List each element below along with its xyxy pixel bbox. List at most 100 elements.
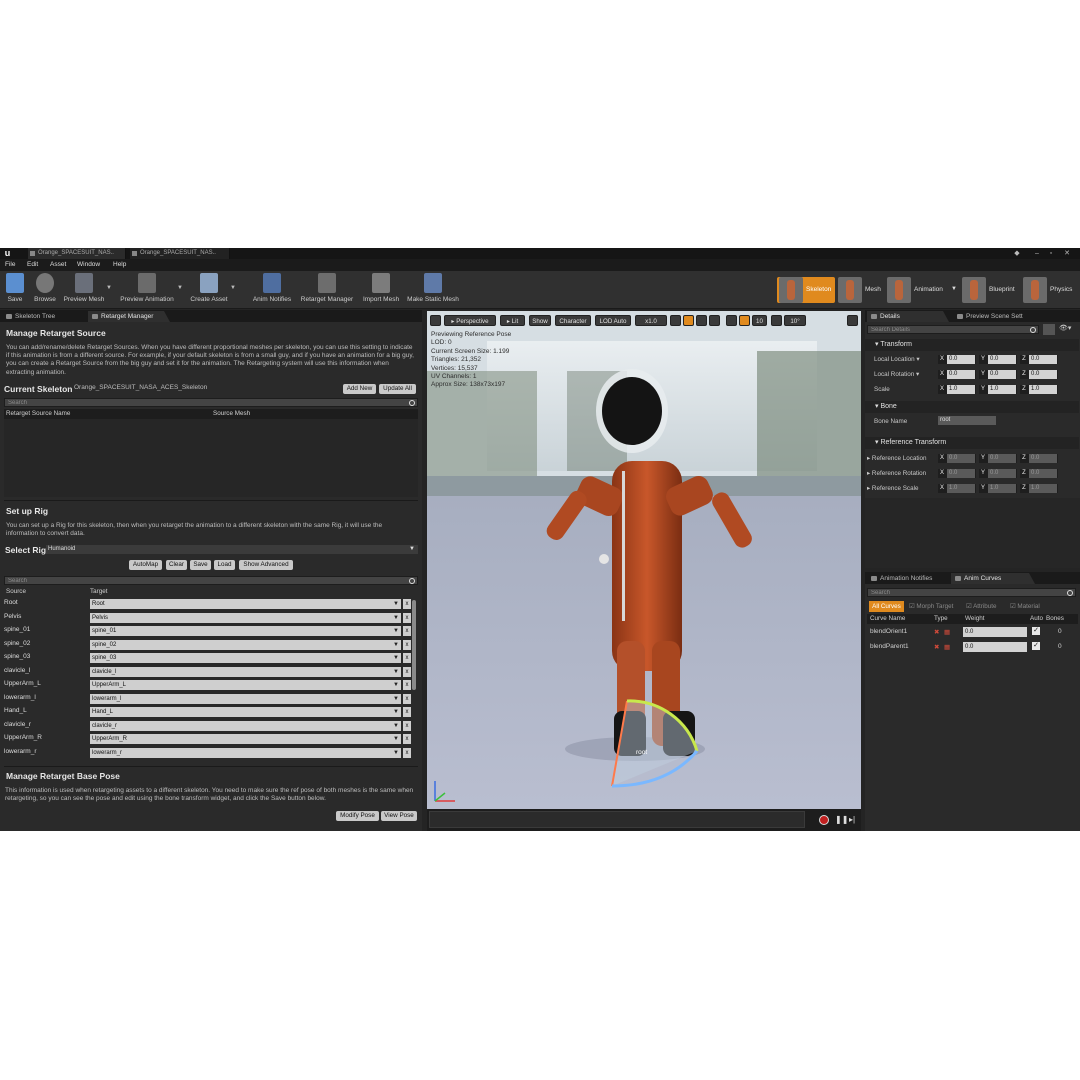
filter-all-curves[interactable]: All Curves <box>869 601 904 612</box>
reference-location-label[interactable]: ▸ Reference Location <box>867 455 927 462</box>
rig-target-dropdown[interactable]: spine_01 ▼ <box>90 626 401 636</box>
col-source[interactable]: Source <box>6 587 26 597</box>
rig-target-dropdown[interactable]: Pelvis ▼ <box>90 612 401 623</box>
vector-field-scale-1[interactable]: Y 1.0 <box>979 385 1017 394</box>
make-static-mesh-button[interactable]: Make Static Mesh <box>405 273 461 307</box>
clear-mapping-button[interactable]: x <box>403 720 411 731</box>
col-type[interactable]: Type <box>934 614 948 624</box>
preview-viewport[interactable]: root ▸ Perspective ▸ Lit Show Character … <box>427 311 861 831</box>
auto-checkbox[interactable]: ✓ <box>1032 642 1040 650</box>
grid-size-dropdown[interactable]: 10 <box>752 315 767 326</box>
reference-transform-section[interactable]: ▾ Reference Transform <box>865 437 1079 449</box>
document-tab-2[interactable]: Orange_SPACESUIT_NAS.. <box>130 248 230 259</box>
rig-target-dropdown[interactable]: clavicle_r ▼ <box>90 720 401 731</box>
eye-icon[interactable]: 👁▾ <box>1059 324 1077 335</box>
tab-skeleton-tree[interactable]: Skeleton Tree <box>2 311 80 322</box>
property-matrix-icon[interactable] <box>1043 324 1055 335</box>
vector-value[interactable]: 1.0 <box>1029 385 1057 394</box>
step-forward-icon[interactable]: ▸| <box>849 815 855 824</box>
col-weight[interactable]: Weight <box>965 614 984 624</box>
rig-target-dropdown[interactable]: UpperArm_L ▼ <box>90 680 401 690</box>
clear-mapping-button[interactable]: x <box>403 639 411 650</box>
curve-row[interactable]: blendOrient1 ✖ ▦ 0.0 ✓ 0 <box>869 626 1077 640</box>
add-new-button[interactable]: Add New <box>343 384 376 394</box>
col-bones[interactable]: Bones <box>1046 614 1064 624</box>
perspective-button[interactable]: ▸ Perspective <box>444 315 496 326</box>
record-icon[interactable] <box>819 815 829 825</box>
filter-morph-target[interactable]: ☑ Morph Target <box>909 601 953 612</box>
document-tab-1[interactable]: Orange_SPACESUIT_NAS.. <box>28 248 126 259</box>
menu-file[interactable]: File <box>5 259 15 271</box>
filter-material[interactable]: ☑ Material <box>1010 601 1040 612</box>
clear-mapping-button[interactable]: x <box>403 734 411 744</box>
menu-edit[interactable]: Edit <box>27 259 38 271</box>
rig-target-dropdown[interactable]: lowerarm_r ▼ <box>90 747 401 758</box>
reference-rotation-label[interactable]: ▸ Reference Rotation <box>867 470 926 477</box>
vector-value[interactable]: 0.0 <box>947 355 975 364</box>
vector-field-loc-2[interactable]: Z 0.0 <box>1020 355 1058 364</box>
clear-mapping-button[interactable]: x <box>403 693 411 704</box>
col-target[interactable]: Target <box>90 587 108 597</box>
automap-button[interactable]: AutoMap <box>129 560 162 570</box>
col-auto[interactable]: Auto <box>1030 614 1043 624</box>
vector-field-rot-2[interactable]: Z 0.0 <box>1020 370 1058 379</box>
anim-notifies-button[interactable]: Anim Notifies <box>250 273 294 307</box>
tab-animation-notifies[interactable]: Animation Notifies <box>867 573 947 584</box>
vector-field-scale-2[interactable]: Z 1.0 <box>1020 385 1058 394</box>
filter-attribute[interactable]: ☑ Attribute <box>966 601 997 612</box>
clear-mapping-button[interactable]: x <box>403 612 411 623</box>
lod-button[interactable]: LOD Auto <box>595 315 631 326</box>
col-source-mesh[interactable]: Source Mesh <box>213 409 250 419</box>
load-rig-button[interactable]: Load <box>214 560 235 570</box>
vector-value[interactable]: 1.0 <box>988 385 1016 394</box>
menu-help[interactable]: Help <box>113 259 126 271</box>
mode-animation-button[interactable]: Animation ▼ <box>887 277 959 303</box>
clear-mapping-button[interactable]: x <box>403 653 411 663</box>
curves-search-input[interactable] <box>868 589 1075 597</box>
rig-target-dropdown[interactable]: spine_03 ▼ <box>90 653 401 663</box>
angle-size-dropdown[interactable]: 10° <box>784 315 806 326</box>
save-button[interactable]: Save <box>4 273 26 307</box>
vector-field-scale-0[interactable]: X 1.0 <box>938 385 976 394</box>
col-retarget-source-name[interactable]: Retarget Source Name <box>6 409 70 419</box>
auto-checkbox[interactable]: ✓ <box>1032 627 1040 635</box>
preview-mesh-button[interactable]: Preview Mesh <box>62 273 106 307</box>
clear-button[interactable]: Clear <box>166 560 187 570</box>
create-asset-dropdown-icon[interactable]: ▼ <box>230 285 236 291</box>
rig-target-dropdown[interactable]: Root ▼ <box>90 599 401 609</box>
angle-snap-icon[interactable] <box>771 315 782 326</box>
preview-mesh-dropdown-icon[interactable]: ▼ <box>106 285 112 291</box>
vector-value[interactable]: 0.0 <box>988 355 1016 364</box>
animation-dropdown-icon[interactable]: ▼ <box>951 286 957 292</box>
playback-speed-button[interactable]: x1.0 <box>635 315 667 326</box>
character-button[interactable]: Character <box>555 315 591 326</box>
clear-mapping-button[interactable]: x <box>403 666 411 677</box>
select-rig-dropdown[interactable]: Humanoid ▼ <box>46 545 418 554</box>
clear-mapping-button[interactable]: x <box>403 626 411 636</box>
lit-button[interactable]: ▸ Lit <box>500 315 525 326</box>
curve-weight-field[interactable]: 0.0 <box>963 627 1027 637</box>
rig-list-scrollbar[interactable] <box>412 600 416 690</box>
grid-snap-icon[interactable] <box>726 315 737 326</box>
retarget-source-search-input[interactable] <box>5 399 417 407</box>
menu-window[interactable]: Window <box>77 259 100 271</box>
mode-physics-button[interactable]: Physics <box>1023 277 1078 303</box>
details-search-input[interactable] <box>868 326 1038 334</box>
rig-target-dropdown[interactable]: Hand_L ▼ <box>90 707 401 717</box>
retarget-manager-button[interactable]: Retarget Manager <box>298 273 356 307</box>
help-icon[interactable]: ◆ <box>1012 248 1022 259</box>
local-location-label[interactable]: Local Location ▾ <box>874 356 920 363</box>
reference-scale-label[interactable]: ▸ Reference Scale <box>867 485 918 492</box>
bone-section[interactable]: ▾ Bone <box>865 401 1079 413</box>
viewport-scene[interactable]: root ▸ Perspective ▸ Lit Show Character … <box>427 311 861 809</box>
save-rig-button[interactable]: Save <box>190 560 211 570</box>
col-curve-name[interactable]: Curve Name <box>870 614 905 624</box>
material-type-icon[interactable]: ▦ <box>944 628 950 636</box>
preview-animation-button[interactable]: Preview Animation <box>117 273 177 307</box>
curve-row[interactable]: blendParent1 ✖ ▦ 0.0 ✓ 0 <box>869 641 1077 655</box>
vector-field-rot-1[interactable]: Y 0.0 <box>979 370 1017 379</box>
update-all-button[interactable]: Update All <box>379 384 416 394</box>
rig-target-dropdown[interactable]: spine_02 ▼ <box>90 639 401 650</box>
rig-target-dropdown[interactable]: clavicle_l ▼ <box>90 666 401 677</box>
timeline-scrubber[interactable] <box>429 811 805 828</box>
